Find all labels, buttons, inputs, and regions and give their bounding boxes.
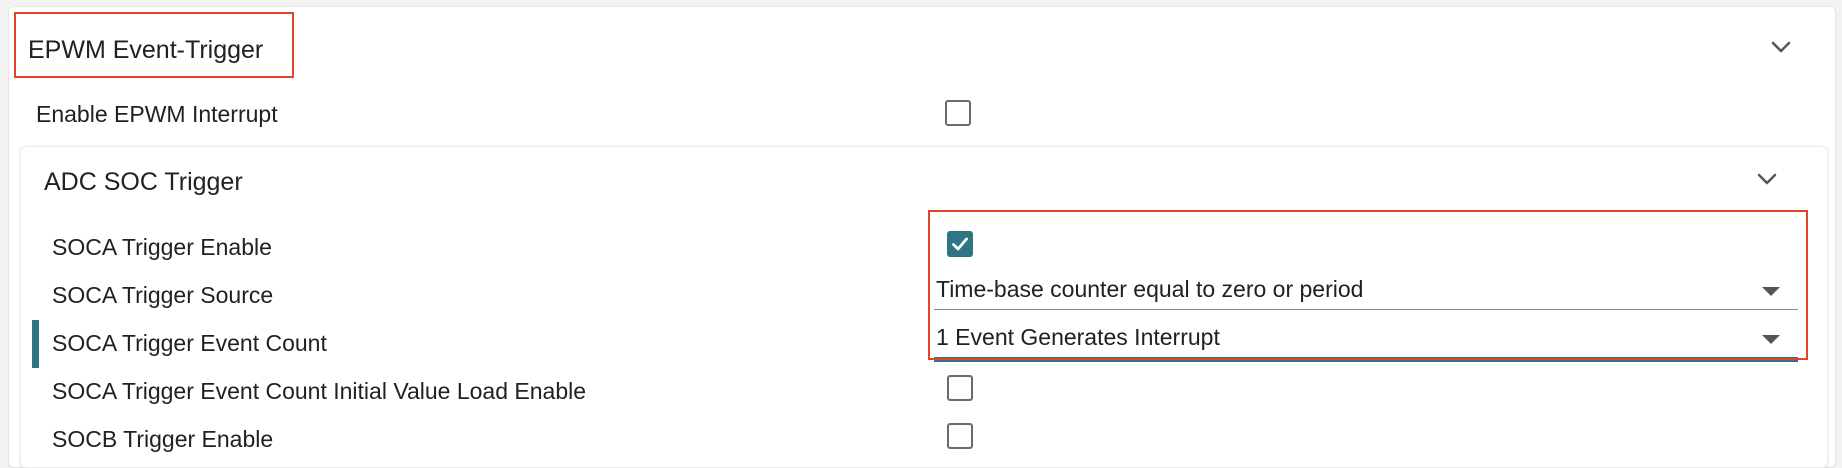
controls-highlight-box	[928, 210, 1808, 360]
socb-trigger-enable-checkbox[interactable]	[947, 423, 973, 449]
socb-trigger-enable-label: SOCB Trigger Enable	[52, 426, 274, 452]
focus-indicator-bar	[32, 320, 39, 368]
soca-trigger-enable-label: SOCA Trigger Enable	[52, 234, 272, 260]
soca-trigger-source-label: SOCA Trigger Source	[52, 282, 274, 308]
enable-epwm-interrupt-checkbox[interactable]	[945, 100, 971, 126]
enable-epwm-interrupt-label: Enable EPWM Interrupt	[36, 101, 278, 127]
chevron-down-icon[interactable]	[1766, 32, 1796, 62]
soca-trigger-event-count-label: SOCA Trigger Event Count	[52, 330, 327, 356]
title-highlight-box	[14, 12, 294, 78]
chevron-down-icon[interactable]	[1752, 164, 1782, 194]
soca-event-count-init-load-checkbox[interactable]	[947, 375, 973, 401]
soca-event-count-init-load-label: SOCA Trigger Event Count Initial Value L…	[52, 378, 587, 404]
adc-soc-trigger-title[interactable]: ADC SOC Trigger	[44, 168, 243, 197]
